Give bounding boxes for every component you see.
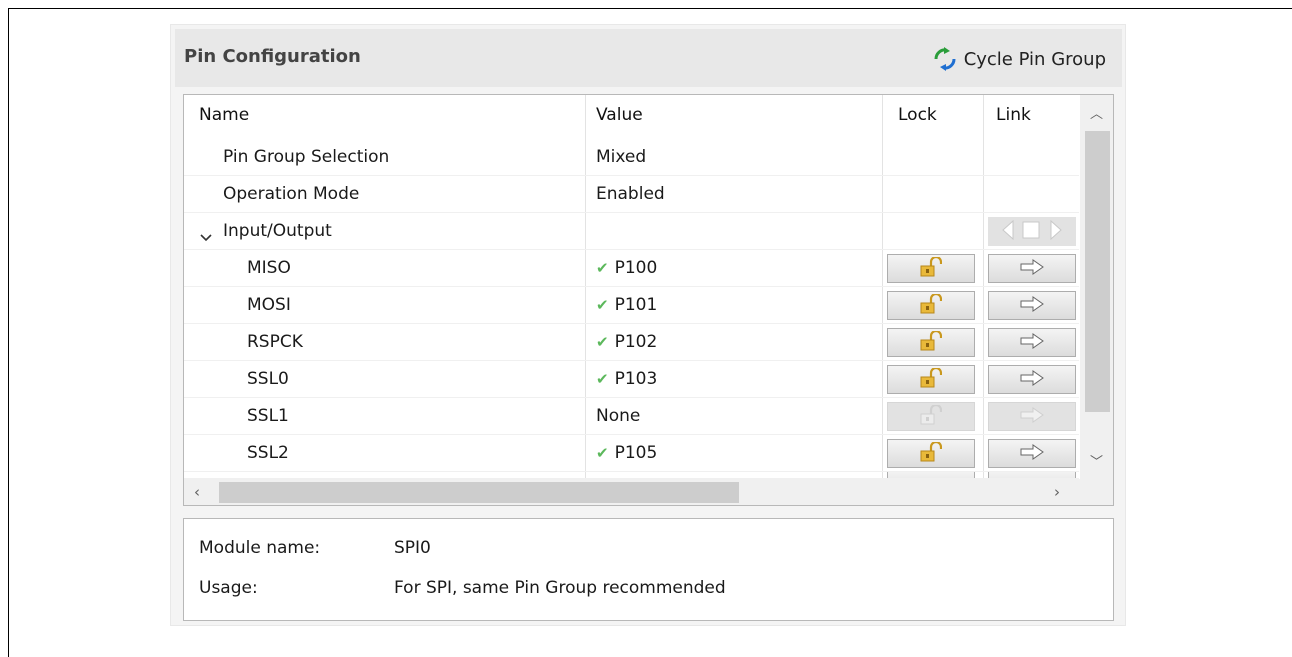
link-button[interactable]: [988, 439, 1076, 468]
table-row[interactable]: RSPCK ✔ P102: [184, 324, 1079, 361]
table-row[interactable]: Input/Output: [184, 213, 1079, 250]
pin-configuration-panel: Pin Configuration Cycle Pin Group Name V…: [170, 24, 1126, 626]
right-arrow-icon: [1020, 369, 1044, 390]
row-name: Operation Mode: [223, 184, 360, 204]
unlocked-padlock-icon: [920, 255, 943, 281]
link-button: [988, 472, 1076, 478]
table-row[interactable]: MISO ✔ P100: [184, 250, 1079, 287]
row-value-text: None: [596, 406, 641, 426]
right-arrow-icon: [1020, 295, 1044, 316]
lock-button-disabled: [887, 402, 975, 431]
unlocked-padlock-icon: [920, 292, 943, 318]
pin-table: Name Value Lock Link Pin Group Selection…: [183, 94, 1114, 506]
chevron-down-icon[interactable]: [200, 227, 212, 246]
column-header-value[interactable]: Value: [596, 105, 643, 125]
panel-header: Pin Configuration Cycle Pin Group: [175, 29, 1122, 87]
horizontal-scrollbar[interactable]: ‹ ›: [184, 479, 1080, 505]
module-name-label: Module name:: [199, 538, 321, 558]
table-row-partial: [184, 472, 1079, 479]
unlocked-padlock-icon: [920, 403, 943, 429]
green-check-icon: ✔: [596, 444, 609, 462]
row-value-text: Mixed: [596, 147, 647, 167]
row-name: SSL0: [247, 369, 289, 389]
horizontal-scroll-thumb[interactable]: [219, 482, 739, 503]
cycle-pin-group-label: Cycle Pin Group: [963, 48, 1106, 70]
row-name: Pin Group Selection: [223, 147, 390, 167]
lock-button[interactable]: [887, 365, 975, 394]
row-name: MOSI: [247, 295, 291, 315]
row-value[interactable]: ✔ P101: [596, 295, 657, 315]
green-check-icon: ✔: [596, 296, 609, 314]
vertical-scroll-thumb[interactable]: [1085, 131, 1110, 412]
row-value[interactable]: Enabled: [596, 184, 665, 204]
cycle-arrows-icon: [932, 47, 958, 71]
link-button[interactable]: [988, 328, 1076, 357]
lock-button[interactable]: [887, 291, 975, 320]
module-info-box: Module name: SPI0 Usage: For SPI, same P…: [183, 518, 1114, 621]
column-header-link[interactable]: Link: [996, 105, 1031, 125]
row-value[interactable]: ✔ P103: [596, 369, 657, 389]
row-name: SSL2: [247, 443, 289, 463]
unlocked-padlock-icon: [920, 329, 943, 355]
link-button[interactable]: [988, 291, 1076, 320]
row-name: RSPCK: [247, 332, 303, 352]
table-row[interactable]: Pin Group Selection Mixed: [184, 139, 1079, 176]
unlocked-padlock-icon: [920, 440, 943, 466]
scroll-up-icon[interactable]: ︿: [1090, 103, 1103, 122]
row-value[interactable]: ✔ P100: [596, 258, 657, 278]
link-button[interactable]: [988, 365, 1076, 394]
green-check-icon: ✔: [596, 370, 609, 388]
lock-button[interactable]: [887, 328, 975, 357]
lock-button[interactable]: [887, 254, 975, 283]
usage-label: Usage:: [199, 578, 258, 598]
scroll-left-icon[interactable]: ‹: [194, 483, 200, 501]
green-check-icon: ✔: [596, 259, 609, 277]
table-row[interactable]: MOSI ✔ P101: [184, 287, 1079, 324]
row-value-text: Enabled: [596, 184, 665, 204]
row-value[interactable]: Mixed: [596, 147, 646, 167]
column-header-name[interactable]: Name: [199, 105, 249, 125]
link-button-disabled: [988, 402, 1076, 431]
unlocked-padlock-icon: [920, 366, 943, 392]
right-arrow-icon: [1020, 332, 1044, 353]
table-row[interactable]: SSL0 ✔ P103: [184, 361, 1079, 398]
scroll-down-icon[interactable]: ﹀: [1090, 451, 1103, 470]
vertical-scrollbar[interactable]: ︿ ﹀: [1080, 95, 1113, 479]
row-value-text: P100: [614, 258, 658, 278]
panel-title: Pin Configuration: [184, 46, 361, 67]
scroll-right-icon[interactable]: ›: [1054, 483, 1060, 501]
column-header-lock[interactable]: Lock: [898, 105, 937, 125]
green-check-icon: ✔: [596, 333, 609, 351]
row-value[interactable]: ✔ P102: [596, 332, 657, 352]
row-value[interactable]: None: [596, 406, 640, 426]
right-arrow-icon: [1020, 443, 1044, 464]
right-arrow-icon: [1020, 406, 1044, 427]
row-value-text: P102: [614, 332, 658, 352]
table-row[interactable]: SSL1 None: [184, 398, 1079, 435]
row-name: Input/Output: [223, 221, 332, 241]
cycle-pin-group-button[interactable]: Cycle Pin Group: [932, 45, 1106, 73]
link-button[interactable]: [988, 254, 1076, 283]
row-value-text: P101: [614, 295, 658, 315]
lock-button[interactable]: [887, 439, 975, 468]
right-arrow-icon: [1020, 258, 1044, 279]
row-value-text: P105: [614, 443, 658, 463]
pair-link-button[interactable]: [988, 217, 1076, 246]
row-value-text: P103: [614, 369, 658, 389]
module-name-value: SPI0: [394, 538, 431, 558]
lock-button: [887, 472, 975, 478]
scrollbar-corner: [1080, 479, 1113, 505]
row-name: SSL1: [247, 406, 289, 426]
table-row[interactable]: Operation Mode Enabled: [184, 176, 1079, 213]
row-value[interactable]: ✔ P105: [596, 443, 657, 463]
table-row[interactable]: SSL2 ✔ P105: [184, 435, 1079, 472]
usage-value: For SPI, same Pin Group recommended: [394, 578, 726, 598]
pair-arrows-icon: [1001, 219, 1063, 245]
row-name: MISO: [247, 258, 291, 278]
